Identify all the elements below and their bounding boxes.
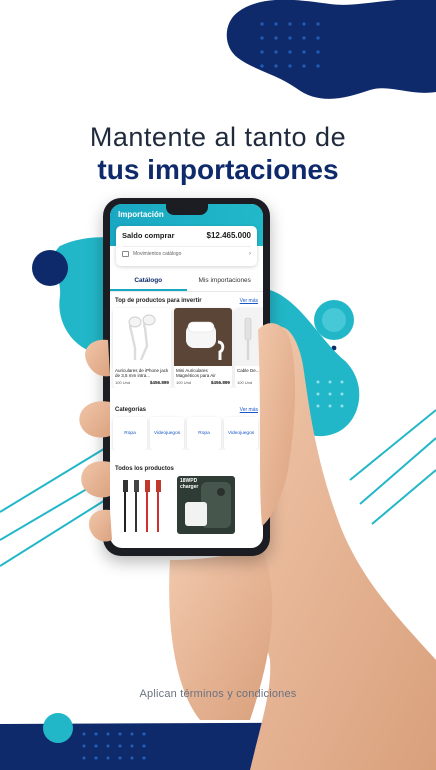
- category-ropa[interactable]: Ropa: [113, 417, 147, 450]
- categories-section: Categorías Ver más Ropa Videojuegos Ropa…: [110, 407, 263, 450]
- cable-image: [235, 308, 263, 366]
- category-videojuegos[interactable]: Videojuegos: [224, 417, 258, 450]
- product-name: Auriculares de iPhone jack de 3,5 mm int…: [115, 368, 169, 379]
- usb-cables-image: [123, 480, 161, 532]
- movimientos-row[interactable]: Movimientos catálogo ›: [122, 246, 251, 257]
- product-price: $456.899: [149, 380, 169, 385]
- product-units: 100 Und: [237, 380, 253, 385]
- category-ropa[interactable]: Ropa: [187, 417, 221, 450]
- phone-notch: [166, 204, 208, 215]
- airpods-image: [174, 308, 232, 366]
- headline-line-2: tus importaciones: [97, 154, 339, 185]
- product-card[interactable]: Auriculares de iPhone jack de 3,5 mm int…: [113, 308, 171, 388]
- charger-product-card[interactable]: 18WPD charger: [177, 476, 235, 534]
- product-card[interactable]: Mini Auriculares Magnéticos para Air Pod…: [174, 308, 232, 388]
- product-price: $456.899: [210, 380, 230, 385]
- saldo-card[interactable]: Saldo comprar $12.465.000 Movimientos ca…: [116, 226, 257, 266]
- tab-mis-importaciones[interactable]: Mis importaciones: [187, 272, 264, 291]
- categories-see-more-link[interactable]: Ver más: [240, 407, 258, 413]
- phone-mockup: Importación Saldo comprar $12.465.000 Mo…: [103, 198, 270, 556]
- top-products-section: Top de productos para invertir Ver más A…: [110, 298, 263, 388]
- wallet-icon: [122, 251, 129, 257]
- saldo-label: Saldo comprar: [122, 231, 175, 240]
- headline-line-1: Mantente al tanto de: [89, 122, 347, 152]
- tab-catalogo[interactable]: Catálogo: [110, 272, 187, 291]
- tabs: Catálogo Mis importaciones: [110, 272, 263, 292]
- terms-note: Aplican términos y condiciones: [139, 688, 297, 700]
- app-screen: Importación Saldo comprar $12.465.000 Mo…: [110, 204, 263, 548]
- top-products-title: Top de productos para invertir: [115, 298, 202, 304]
- product-name: Mini Auriculares Magnéticos para Air Pod…: [176, 368, 216, 379]
- saldo-value: $12.465.000: [206, 231, 252, 240]
- cables-product-card[interactable]: [115, 476, 173, 534]
- earphones-image: [113, 308, 171, 366]
- chevron-right-icon: ›: [249, 251, 251, 257]
- all-products-title: Todos los productos: [115, 466, 174, 472]
- top-products-see-more-link[interactable]: Ver más: [240, 298, 258, 304]
- headline: Mantente al tanto de tus importaciones: [0, 122, 436, 186]
- product-name: Cable De... iphone 11...: [237, 368, 263, 373]
- product-units: 100 Und: [115, 380, 131, 385]
- charger-label: 18WPD charger: [180, 478, 199, 490]
- movimientos-label: Movimientos catálogo: [133, 251, 182, 257]
- product-units: 100 Und: [176, 380, 192, 385]
- category-videojuegos[interactable]: Videojuegos: [150, 417, 184, 450]
- categories-title: Categorías: [115, 407, 147, 413]
- all-products-section: Todos los productos 18WPD charger: [110, 466, 263, 534]
- product-card[interactable]: Cable De... iphone 11... 100 Und: [235, 308, 263, 388]
